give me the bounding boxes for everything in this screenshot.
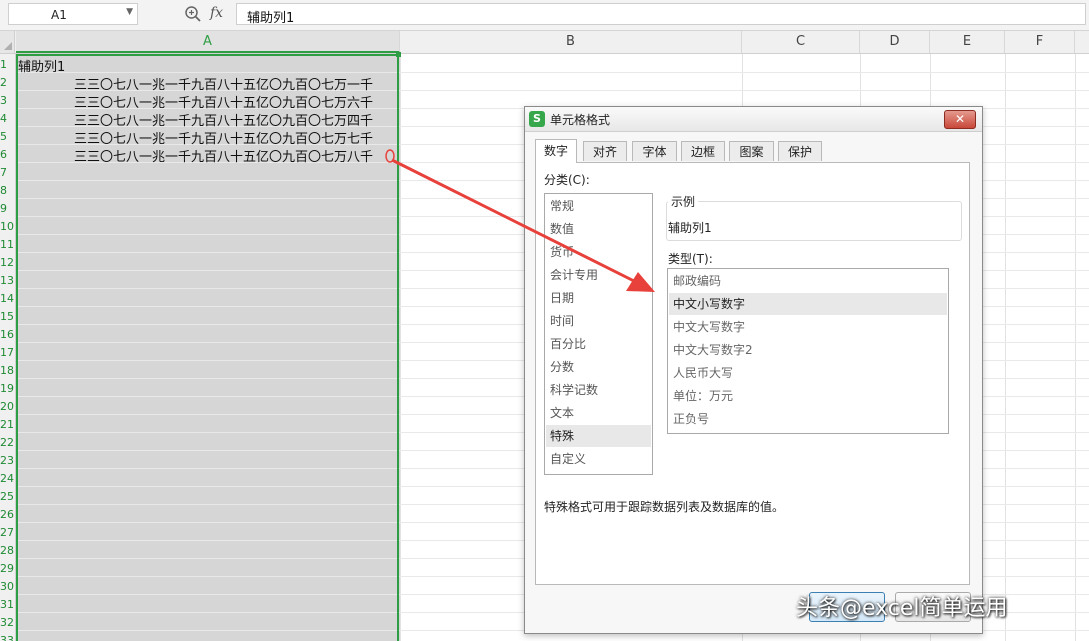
row-header[interactable]: 5 <box>0 128 15 146</box>
fx-icon[interactable]: fx <box>210 5 223 21</box>
column-header-e[interactable]: E <box>930 31 1005 53</box>
row-header[interactable]: 3 <box>0 92 15 110</box>
row-header[interactable]: 26 <box>0 506 15 524</box>
row-header[interactable]: 20 <box>0 398 15 416</box>
category-item[interactable]: 常规 <box>546 195 651 217</box>
row-header[interactable]: 31 <box>0 596 15 614</box>
tab-alignment[interactable]: 对齐 <box>583 141 627 161</box>
dialog-title: 单元格格式 <box>550 113 611 127</box>
tab-protection[interactable]: 保护 <box>778 141 822 161</box>
category-list[interactable]: 常规 数值 货币 会计专用 日期 时间 百分比 分数 科学记数 文本 特殊 自定义 <box>544 193 653 475</box>
row-header[interactable]: 21 <box>0 416 15 434</box>
chevron-down-icon[interactable]: ▼ <box>126 7 133 17</box>
description-text: 特殊格式可用于跟踪数据列表及数据库的值。 <box>544 500 785 514</box>
row-header[interactable]: 15 <box>0 308 15 326</box>
row-header[interactable]: 33 <box>0 632 15 641</box>
row-header[interactable]: 28 <box>0 542 15 560</box>
category-label: 分类(C): <box>544 173 590 187</box>
type-label: 类型(T): <box>668 252 713 266</box>
row-header[interactable]: 9 <box>0 200 15 218</box>
row-header[interactable]: 4 <box>0 110 15 128</box>
row-header[interactable]: 27 <box>0 524 15 542</box>
type-item[interactable]: 中文小写数字 <box>669 293 947 315</box>
row-header[interactable]: 7 <box>0 164 15 182</box>
select-all-corner[interactable] <box>0 31 15 53</box>
type-item[interactable]: 邮政编码 <box>669 270 947 292</box>
row-header[interactable]: 16 <box>0 326 15 344</box>
row-header[interactable]: 25 <box>0 488 15 506</box>
type-item[interactable]: 人民币大写 <box>669 362 947 384</box>
type-item[interactable]: 中文大写数字 <box>669 316 947 338</box>
formula-value: 辅助列1 <box>247 11 295 26</box>
tab-pattern[interactable]: 图案 <box>729 141 774 161</box>
row-header[interactable]: 23 <box>0 452 15 470</box>
category-item[interactable]: 特殊 <box>546 425 651 447</box>
row-header[interactable]: 8 <box>0 182 15 200</box>
row-header[interactable]: 11 <box>0 236 15 254</box>
column-header-c[interactable]: C <box>742 31 860 53</box>
column-header-f[interactable]: F <box>1005 31 1075 53</box>
sample-label: 示例 <box>668 193 699 210</box>
row-header[interactable]: 30 <box>0 578 15 596</box>
row-header[interactable]: 14 <box>0 290 15 308</box>
row-header[interactable]: 1 <box>0 56 15 74</box>
row-header[interactable]: 12 <box>0 254 15 272</box>
tab-font[interactable]: 字体 <box>632 141 677 161</box>
tab-number[interactable]: 数字 <box>535 139 577 163</box>
name-box[interactable]: A1 ▼ <box>8 3 138 25</box>
row-header[interactable]: 29 <box>0 560 15 578</box>
type-item[interactable]: 正负号 <box>669 408 947 430</box>
watermark: 头条@excel简单运用 <box>796 596 1008 621</box>
row-header[interactable]: 6 <box>0 146 15 164</box>
fill-handle[interactable] <box>396 52 401 57</box>
category-item[interactable]: 日期 <box>546 287 651 309</box>
number-tab-panel: 分类(C): 常规 数值 货币 会计专用 日期 时间 百分比 分数 科学记数 文本 特殊 自定义 示例… <box>535 162 970 585</box>
sample-value: 辅助列1 <box>668 221 712 235</box>
column-header-a[interactable]: A <box>16 31 400 53</box>
category-item[interactable]: 数值 <box>546 218 651 240</box>
formula-bar: A1 ▼ fx 辅助列1 <box>0 0 1089 31</box>
category-item[interactable]: 文本 <box>546 402 651 424</box>
row-header[interactable]: 13 <box>0 272 15 290</box>
column-header-d[interactable]: D <box>860 31 930 53</box>
row-header[interactable]: 17 <box>0 344 15 362</box>
type-item[interactable]: 中文大写数字2 <box>669 339 947 361</box>
app-logo-icon: S <box>529 111 545 127</box>
formula-input[interactable]: 辅助列1 <box>236 3 1086 26</box>
type-list[interactable]: 邮政编码 中文小写数字 中文大写数字 中文大写数字2 人民币大写 单位：万元 正负号 <box>667 268 949 434</box>
row-header[interactable]: 2 <box>0 74 15 92</box>
category-item[interactable]: 货币 <box>546 241 651 263</box>
close-button[interactable]: ✕ <box>944 110 976 129</box>
category-item[interactable]: 科学记数 <box>546 379 651 401</box>
zoom-icon[interactable] <box>184 5 202 23</box>
row-header[interactable]: 32 <box>0 614 15 632</box>
category-item[interactable]: 百分比 <box>546 333 651 355</box>
selection-border <box>16 54 399 641</box>
row-header[interactable]: 18 <box>0 362 15 380</box>
row-headers: 1 2 3 4 5 6 7 8 9 10 11 12 13 14 15 16 17 18 19 20 21 22 23 24 2… <box>0 54 16 641</box>
row-header[interactable]: 10 <box>0 218 15 236</box>
category-item[interactable]: 分数 <box>546 356 651 378</box>
row-header[interactable]: 24 <box>0 470 15 488</box>
row-header[interactable]: 19 <box>0 380 15 398</box>
category-item[interactable]: 会计专用 <box>546 264 651 286</box>
column-header-b[interactable]: B <box>400 31 742 53</box>
type-item[interactable]: 单位：万元 <box>669 385 947 407</box>
category-item[interactable]: 时间 <box>546 310 651 332</box>
name-box-value: A1 <box>51 8 67 22</box>
column-headers: A B C D E F <box>0 31 1089 54</box>
category-item[interactable]: 自定义 <box>546 448 651 470</box>
dialog-titlebar[interactable]: S 单元格格式 ✕ <box>525 107 982 132</box>
tab-border[interactable]: 边框 <box>681 141 725 161</box>
format-cells-dialog: S 单元格格式 ✕ 数字 对齐 字体 边框 图案 保护 分类(C): 常规 数值货… <box>524 106 983 634</box>
row-header[interactable]: 22 <box>0 434 15 452</box>
